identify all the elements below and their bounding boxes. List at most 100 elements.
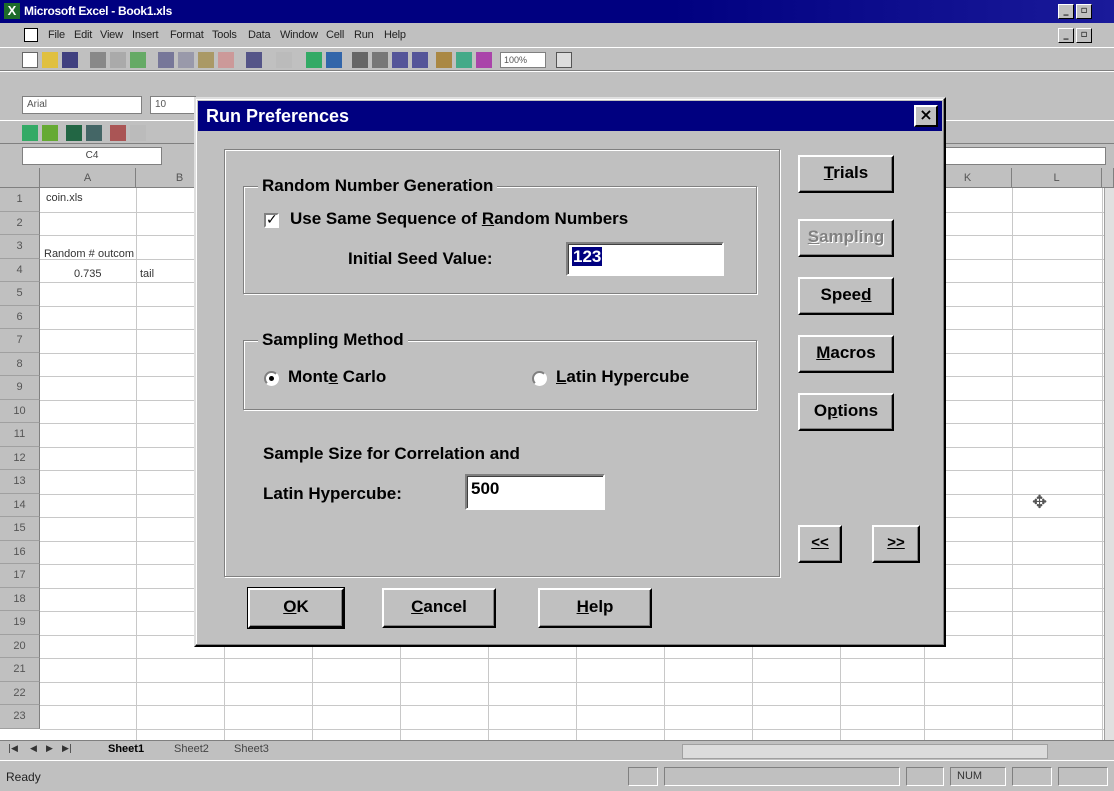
cut-icon[interactable] bbox=[158, 52, 174, 68]
speed-button[interactable]: Speed bbox=[798, 277, 894, 315]
row-header[interactable]: 11 bbox=[0, 423, 40, 447]
column-header-a[interactable]: A bbox=[40, 168, 136, 188]
column-header-l[interactable]: L bbox=[1012, 168, 1102, 188]
next-button[interactable]: >> bbox=[872, 525, 920, 563]
doc-minimize-button[interactable]: _ bbox=[1058, 28, 1074, 43]
risk-tool-icon[interactable] bbox=[42, 125, 58, 141]
seed-input[interactable]: 123 bbox=[566, 242, 724, 276]
row-header[interactable]: 17 bbox=[0, 564, 40, 588]
row-header[interactable]: 3 bbox=[0, 235, 40, 259]
menu-data[interactable]: Data bbox=[248, 29, 271, 41]
row-header[interactable]: 8 bbox=[0, 352, 40, 376]
menu-cell[interactable]: Cell bbox=[326, 29, 344, 41]
print-icon[interactable] bbox=[90, 52, 106, 68]
row-header[interactable]: 12 bbox=[0, 446, 40, 470]
menu-window[interactable]: Window bbox=[280, 29, 318, 41]
previous-button[interactable]: << bbox=[798, 525, 842, 563]
doc-restore-button[interactable]: ▫ bbox=[1076, 28, 1092, 43]
row-header[interactable]: 9 bbox=[0, 376, 40, 400]
monte-carlo-radio[interactable] bbox=[264, 371, 279, 386]
sheet-tab-sheet2[interactable]: Sheet2 bbox=[174, 743, 209, 755]
latin-hypercube-radio[interactable] bbox=[532, 371, 547, 386]
row-header[interactable]: 16 bbox=[0, 540, 40, 564]
menu-file[interactable]: File bbox=[48, 29, 65, 41]
office-assistant-icon[interactable] bbox=[556, 52, 572, 68]
document-icon[interactable] bbox=[24, 28, 38, 42]
name-box[interactable]: C4 bbox=[22, 147, 162, 165]
row-header[interactable]: 6 bbox=[0, 305, 40, 329]
menu-tools[interactable]: Tools bbox=[212, 29, 237, 41]
close-button[interactable]: × bbox=[914, 105, 938, 127]
next-sheet-icon[interactable]: ▶ bbox=[46, 744, 53, 754]
sort-ascending-icon[interactable] bbox=[392, 52, 408, 68]
font-size-select[interactable]: 10 bbox=[150, 96, 196, 114]
risk-tool-icon[interactable] bbox=[86, 125, 102, 141]
column-header-next[interactable] bbox=[1102, 168, 1114, 188]
row-header[interactable]: 18 bbox=[0, 587, 40, 611]
cancel-button[interactable]: Cancel bbox=[382, 588, 496, 628]
select-all-corner[interactable] bbox=[0, 168, 40, 188]
map-icon[interactable] bbox=[456, 52, 472, 68]
help-button[interactable]: Help bbox=[538, 588, 652, 628]
prev-sheet-icon[interactable]: ◀ bbox=[30, 744, 37, 754]
macros-button[interactable]: Macros bbox=[798, 335, 894, 373]
spelling-icon[interactable] bbox=[130, 52, 146, 68]
menu-edit[interactable]: Edit bbox=[74, 29, 92, 41]
trials-button[interactable]: Trials bbox=[798, 155, 894, 193]
row-header[interactable]: 15 bbox=[0, 517, 40, 541]
sort-descending-icon[interactable] bbox=[412, 52, 428, 68]
new-icon[interactable] bbox=[22, 52, 38, 68]
row-header[interactable]: 7 bbox=[0, 329, 40, 353]
row-header[interactable]: 19 bbox=[0, 611, 40, 635]
menu-view[interactable]: View bbox=[100, 29, 123, 41]
paste-icon[interactable] bbox=[198, 52, 214, 68]
row-header[interactable]: 21 bbox=[0, 658, 40, 682]
risk-tool-icon[interactable] bbox=[22, 125, 38, 141]
risk-tool-icon[interactable] bbox=[110, 125, 126, 141]
same-sequence-label[interactable]: Use Same Sequence of Random Numbers bbox=[290, 209, 628, 229]
row-header[interactable]: 2 bbox=[0, 211, 40, 235]
row-header[interactable]: 13 bbox=[0, 470, 40, 494]
maximize-button[interactable]: ▫ bbox=[1076, 4, 1092, 19]
open-icon[interactable] bbox=[42, 52, 58, 68]
vertical-scrollbar[interactable] bbox=[1104, 188, 1114, 740]
web-icon[interactable] bbox=[306, 52, 322, 68]
zoom-select[interactable]: 100% bbox=[500, 52, 546, 68]
sheet-tab-sheet1[interactable]: Sheet1 bbox=[108, 743, 144, 755]
row-header[interactable]: 1 bbox=[0, 188, 40, 212]
dialog-title-bar[interactable]: Run Preferences × bbox=[198, 101, 942, 131]
menu-help[interactable]: Help bbox=[384, 29, 406, 41]
menu-insert[interactable]: Insert bbox=[132, 29, 159, 41]
menu-format[interactable]: Format bbox=[170, 29, 204, 41]
row-header[interactable]: 14 bbox=[0, 493, 40, 517]
autosum-icon[interactable] bbox=[352, 52, 368, 68]
row-header[interactable]: 5 bbox=[0, 282, 40, 306]
latin-hypercube-label[interactable]: Latin Hypercube bbox=[556, 367, 689, 387]
row-header[interactable]: 20 bbox=[0, 634, 40, 658]
sampling-button[interactable]: Sampling bbox=[798, 219, 894, 257]
ok-button[interactable]: OK bbox=[247, 587, 345, 629]
font-name-select[interactable]: Arial bbox=[22, 96, 142, 114]
sample-size-input[interactable]: 500 bbox=[465, 474, 605, 510]
options-button[interactable]: Options bbox=[798, 393, 894, 431]
drawing-icon[interactable] bbox=[476, 52, 492, 68]
first-sheet-icon[interactable]: |◀ bbox=[8, 744, 18, 754]
risk-tool-icon[interactable] bbox=[66, 125, 82, 141]
row-header[interactable]: 4 bbox=[0, 258, 40, 282]
excel-title-bar[interactable]: X Microsoft Excel - Book1.xls _ ▫ bbox=[0, 0, 1114, 23]
row-header[interactable]: 22 bbox=[0, 681, 40, 705]
function-icon[interactable] bbox=[372, 52, 388, 68]
minimize-button[interactable]: _ bbox=[1058, 4, 1074, 19]
horizontal-scrollbar[interactable] bbox=[682, 744, 1048, 759]
monte-carlo-label[interactable]: Monte Carlo bbox=[288, 367, 386, 387]
sheet-tab-sheet3[interactable]: Sheet3 bbox=[234, 743, 269, 755]
same-sequence-checkbox[interactable]: ✓ bbox=[264, 213, 279, 228]
last-sheet-icon[interactable]: ▶| bbox=[62, 744, 72, 754]
copy-icon[interactable] bbox=[178, 52, 194, 68]
row-header[interactable]: 10 bbox=[0, 399, 40, 423]
print-preview-icon[interactable] bbox=[110, 52, 126, 68]
row-header[interactable]: 23 bbox=[0, 705, 40, 729]
menu-run[interactable]: Run bbox=[354, 29, 374, 41]
web-toolbar-icon[interactable] bbox=[326, 52, 342, 68]
undo-icon[interactable] bbox=[246, 52, 262, 68]
